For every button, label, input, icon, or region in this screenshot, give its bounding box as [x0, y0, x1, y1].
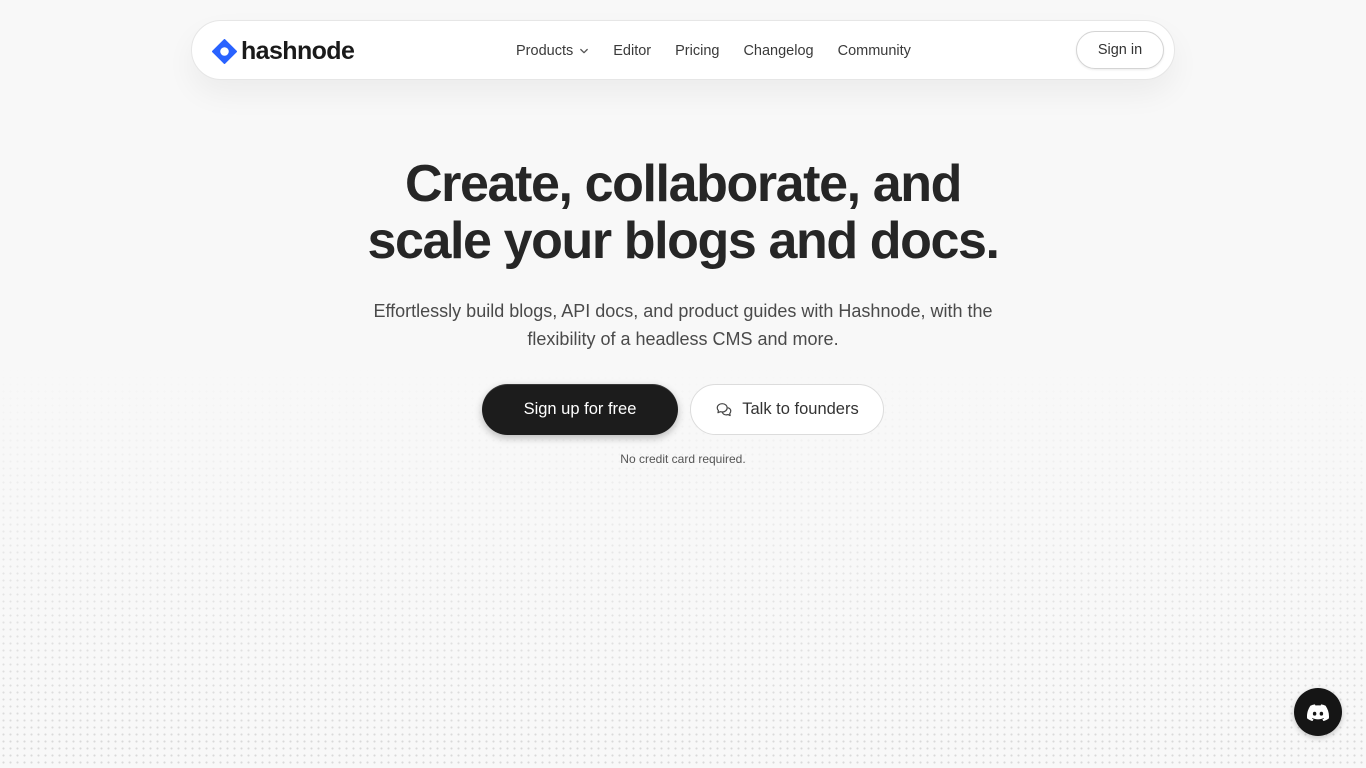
nav-item-label: Pricing: [675, 43, 720, 59]
hero-title-line: Create, collaborate, and: [405, 155, 962, 213]
nav-item-community[interactable]: Community: [838, 43, 911, 59]
hashnode-logo-icon: [212, 38, 237, 64]
hero-subtitle: Effortlessly build blogs, API docs, and …: [333, 297, 1033, 353]
nav-item-label: Changelog: [743, 43, 814, 59]
discord-icon: [1307, 703, 1329, 721]
nav-item-label: Products: [516, 43, 574, 59]
hero-title: Create, collaborate, and scale your blog…: [233, 156, 1133, 270]
no-credit-card-note: No credit card required.: [620, 452, 746, 466]
top-navbar: hashnode Products Editor Pricing Changel…: [191, 20, 1175, 80]
sign-up-free-button[interactable]: Sign up for free: [482, 384, 678, 435]
hero-subtitle-line: flexibility of a headless CMS and more.: [527, 329, 839, 349]
talk-to-founders-button[interactable]: Talk to founders: [690, 384, 884, 435]
sign-up-free-label: Sign up for free: [523, 400, 637, 418]
sign-in-button[interactable]: Sign in: [1076, 31, 1164, 69]
logo-wordmark: hashnode: [241, 36, 355, 65]
nav-item-changelog[interactable]: Changelog: [743, 43, 813, 59]
nav-item-editor[interactable]: Editor: [613, 43, 651, 59]
nav-item-label: Editor: [613, 43, 652, 59]
hero-title-line: scale your blogs and docs.: [367, 212, 1000, 270]
talk-to-founders-label: Talk to founders: [742, 400, 859, 418]
nav-item-label: Community: [837, 43, 911, 59]
hashnode-logo-link[interactable]: hashnode: [212, 36, 355, 65]
chevron-down-icon: [580, 48, 589, 54]
main-nav: Products Editor Pricing Changelog Commun…: [516, 21, 911, 81]
chat-bubbles-icon: [716, 402, 732, 416]
nav-item-pricing[interactable]: Pricing: [675, 43, 719, 59]
hero-subtitle-line: Effortlessly build blogs, API docs, and …: [373, 301, 993, 321]
nav-item-products[interactable]: Products: [516, 43, 589, 59]
discord-button[interactable]: [1294, 688, 1342, 736]
dotted-background-pattern: [0, 360, 1366, 768]
